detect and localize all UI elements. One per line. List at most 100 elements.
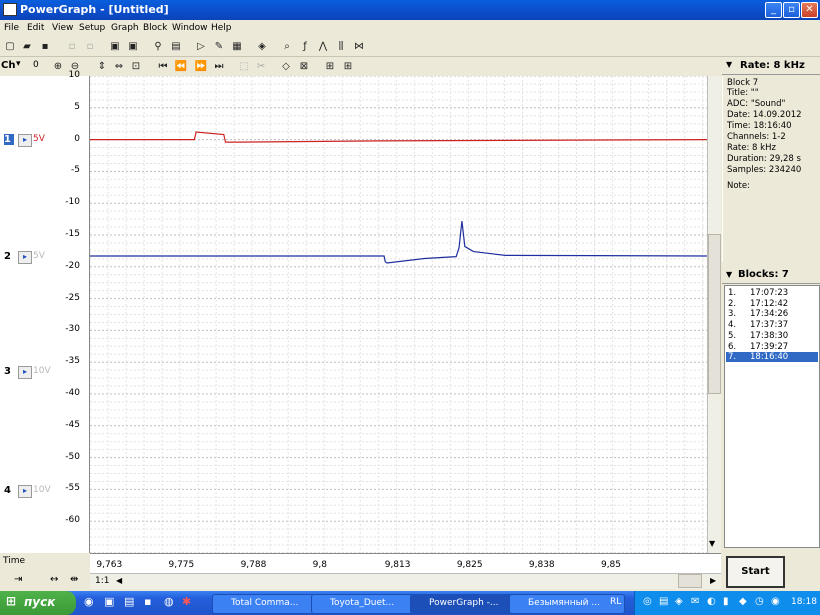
rate-header[interactable]: ▼ Rate: 8 kHz [722,57,820,75]
signal-chart[interactable] [89,75,708,554]
channel-scale[interactable]: 10V [33,366,51,376]
tray-mail-icon[interactable]: ✉ [691,596,699,607]
calculator-icon[interactable]: ▦ [229,39,245,54]
filter-icon[interactable]: ▷ [193,39,209,54]
channel-toggle-icon[interactable]: ▸ [18,366,32,379]
menu-window[interactable]: Window [172,23,208,33]
window-cascade-icon[interactable]: ▣ [107,39,123,54]
copy-icon[interactable]: ▫ [64,39,80,54]
window-tile-icon[interactable]: ▣ [125,39,141,54]
save-icon[interactable]: ▪ [37,39,53,54]
block-list-item[interactable]: 1. 17:07:23 [726,288,818,298]
horizontal-scrollbar[interactable]: 1:1 ◀ ▶ [90,573,721,589]
vertical-scrollbar[interactable]: ▼ [707,76,721,553]
spectrum-icon[interactable]: ⫼ [333,39,349,54]
time-cursor-icon[interactable]: ⇥ [14,574,22,585]
fast-forward-icon[interactable]: ⏩ [193,59,209,74]
menu-setup[interactable]: Setup [79,23,105,33]
graph-area[interactable] [89,75,708,554]
menu-file[interactable]: File [4,23,19,33]
menu-graph[interactable]: Graph [111,23,139,33]
y-tick-label: -30 [65,324,80,335]
app-icon[interactable] [3,3,17,16]
minimize-button[interactable]: _ [765,2,782,18]
open-icon[interactable]: ▰ [19,39,35,54]
menu-edit[interactable]: Edit [27,23,44,33]
quicklaunch-app-icon[interactable]: ✱ [182,595,191,608]
channel-toggle-icon[interactable]: ▸ [18,485,32,498]
horizontal-scroll-thumb[interactable] [678,574,702,588]
quicklaunch-terminal-icon[interactable]: ▪ [144,595,151,608]
marker-icon[interactable]: ◇ [278,59,294,74]
close-button[interactable]: ✕ [801,2,818,18]
new-icon[interactable]: ▢ [2,39,18,54]
fft-icon[interactable]: ƒ [297,39,313,54]
cut-icon[interactable]: ✂ [253,59,269,74]
tray-opera-icon[interactable]: ◎ [643,596,652,607]
rewind-icon[interactable]: ⏪ [173,59,189,74]
scroll-down-icon[interactable]: ▼ [709,539,715,548]
menu-block[interactable]: Block [143,23,167,33]
tray-shield-icon[interactable]: ◆ [739,596,747,607]
histogram-icon[interactable]: ⋀ [315,39,331,54]
channel-scale[interactable]: 10V [33,485,51,495]
block-list-item[interactable]: 6. 17:39:27 [726,342,818,352]
maximize-button[interactable]: ▫ [783,2,800,18]
go-start-icon[interactable]: ⏮ [155,59,171,74]
tray-clock-icon[interactable]: ◷ [755,596,764,607]
rate-dropdown-icon[interactable]: ▼ [726,60,732,69]
tray-signal-icon[interactable]: ▮ [723,596,729,607]
menu-view[interactable]: View [52,23,73,33]
channel-toggle-icon[interactable]: ▸ [18,134,32,147]
channel-toggle-icon[interactable]: ▸ [18,251,32,264]
paste-icon[interactable]: ▫ [82,39,98,54]
block-list-item[interactable]: 7. 18:16:40 [726,352,818,363]
start-button[interactable]: Start [726,556,785,588]
blocks-header[interactable]: ▼ Blocks: 7 [722,267,820,284]
language-indicator[interactable]: RL [610,597,621,607]
zero-level-button[interactable]: 0 [33,60,39,70]
block-list-item[interactable]: 3. 17:34:26 [726,309,818,319]
time-compress-icon[interactable]: ⇹ [70,574,78,585]
go-end-icon[interactable]: ⏭ [211,59,227,74]
horizontal-fit-icon[interactable]: ⇔ [111,59,127,74]
y-tick-label: -5 [71,165,80,176]
quicklaunch-folder-icon[interactable]: ▣ [104,595,114,608]
export-icon[interactable]: ◈ [254,39,270,54]
tray-volume-icon[interactable]: ◐ [707,596,716,607]
task-paint[interactable]: Безымянный ... [509,594,625,614]
fit-all-icon[interactable]: ⊡ [128,59,144,74]
channel-scale[interactable]: 5V [33,251,45,261]
block-list-item[interactable]: 2. 17:12:42 [726,299,818,309]
select-icon[interactable]: ⬚ [236,59,252,74]
quicklaunch-browser-icon[interactable]: ◉ [84,595,94,608]
zoom-ratio[interactable]: 1:1 [95,576,109,586]
monitor-icon[interactable]: ▤ [168,39,184,54]
tray-network-icon[interactable]: ▤ [659,596,668,607]
menu-help[interactable]: Help [211,23,232,33]
pencil-icon[interactable]: ✎ [211,39,227,54]
channel-dropdown-icon[interactable]: ▾ [16,59,21,69]
quicklaunch-drive-icon[interactable]: ▤ [124,595,134,608]
cursor-a-icon[interactable]: ⊞ [322,59,338,74]
analyze-icon[interactable]: ⌕ [279,39,295,54]
vertical-scroll-thumb[interactable] [708,234,721,394]
scroll-left-icon[interactable]: ◀ [116,576,122,585]
channel-scale[interactable]: 5V [33,134,45,144]
block-list-item[interactable]: 4. 17:37:37 [726,320,818,330]
scroll-right-icon[interactable]: ▶ [710,576,716,585]
tray-antivirus-icon[interactable]: ◈ [675,596,683,607]
delete-marker-icon[interactable]: ⊠ [296,59,312,74]
tray-update-icon[interactable]: ◉ [771,596,780,607]
cursor-b-icon[interactable]: ⊞ [340,59,356,74]
block-list[interactable]: 1. 17:07:23 2. 17:12:42 3. 17:34:26 4. 17:37:37… [724,285,820,548]
statistics-icon[interactable]: ⋈ [351,39,367,54]
time-expand-icon[interactable]: ↔ [50,574,58,585]
block-list-item[interactable]: 5. 17:38:30 [726,331,818,341]
channel-selector[interactable]: Ch [1,60,15,71]
quicklaunch-chrome-icon[interactable]: ◍ [164,595,174,608]
start-menu-button[interactable]: ⊞ пуск [0,591,76,615]
vertical-fit-icon[interactable]: ⇕ [94,59,110,74]
record-icon[interactable]: ⚲ [150,39,166,54]
blocks-dropdown-icon[interactable]: ▼ [726,270,732,279]
